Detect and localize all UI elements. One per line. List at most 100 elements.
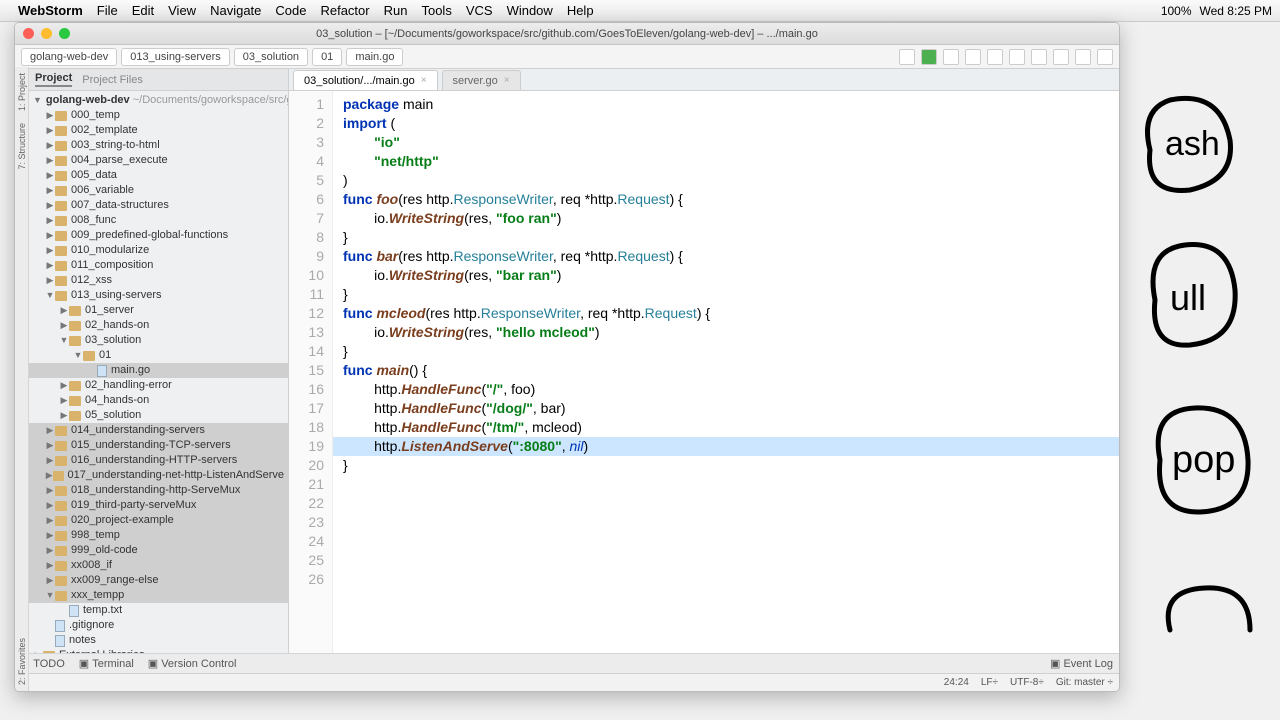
menu-window[interactable]: Window (507, 3, 553, 18)
tree-node[interactable]: ▼013_using-servers (29, 288, 288, 303)
editor-area: 03_solution/.../main.go× server.go× 1234… (289, 69, 1119, 653)
tree-node[interactable]: ▶05_solution (29, 408, 288, 423)
tree-node[interactable]: ▶003_string-to-html (29, 138, 288, 153)
menu-tools[interactable]: Tools (421, 3, 451, 18)
tree-node[interactable]: ▶04_hands-on (29, 393, 288, 408)
stop-icon[interactable] (987, 49, 1003, 65)
update-icon[interactable] (1009, 49, 1025, 65)
titlebar: 03_solution – [~/Documents/goworkspace/s… (15, 23, 1119, 45)
tree-node[interactable]: ▶015_understanding-TCP-servers (29, 438, 288, 453)
tree-node[interactable]: ▶02_handling-error (29, 378, 288, 393)
project-root[interactable]: golang-web-dev (46, 94, 130, 107)
tree-node[interactable]: notes (29, 633, 288, 648)
menu-edit[interactable]: Edit (132, 3, 154, 18)
battery-indicator[interactable]: 100% (1161, 4, 1192, 18)
tree-node[interactable]: main.go (29, 363, 288, 378)
breadcrumb[interactable]: golang-web-dev (21, 48, 117, 66)
build-icon[interactable] (899, 49, 915, 65)
tree-node[interactable]: ▶019_third-party-serveMux (29, 498, 288, 513)
tree-node[interactable]: ▶014_understanding-servers (29, 423, 288, 438)
tree-node[interactable]: ▶020_project-example (29, 513, 288, 528)
tree-node[interactable]: ▶002_template (29, 123, 288, 138)
tree-node[interactable]: ▶006_variable (29, 183, 288, 198)
tree-node[interactable]: ▶005_data (29, 168, 288, 183)
status-bar: 24:24 LF÷ UTF-8÷ Git: master ÷ (15, 673, 1119, 691)
bottom-tool-strip: ✓ TODO ▣ Terminal ▣ Version Control ▣ Ev… (15, 653, 1119, 673)
macos-menubar: WebStorm File Edit View Navigate Code Re… (0, 0, 1280, 22)
coverage-icon[interactable] (965, 49, 981, 65)
tree-node[interactable]: ▶02_hands-on (29, 318, 288, 333)
project-tab[interactable]: Project (35, 72, 72, 87)
code-content[interactable]: package mainimport ( "io" "net/http")fun… (333, 91, 1119, 653)
tree-node[interactable]: temp.txt (29, 603, 288, 618)
project-tree[interactable]: ▼golang-web-dev ~/Documents/goworkspace/… (29, 91, 288, 653)
tree-node[interactable]: ▼xxx_tempp (29, 588, 288, 603)
commit-icon[interactable] (1031, 49, 1047, 65)
svg-text:ull: ull (1170, 277, 1206, 318)
project-files-tab[interactable]: Project Files (82, 74, 143, 86)
clock[interactable]: Wed 8:25 PM (1200, 4, 1272, 18)
code-editor[interactable]: 1234567891011121314151617181920212223242… (289, 91, 1119, 653)
tree-node[interactable]: ▶008_func (29, 213, 288, 228)
breadcrumb-bar: golang-web-dev 013_using-servers 03_solu… (15, 45, 1119, 69)
tree-node[interactable]: .gitignore (29, 618, 288, 633)
tree-node[interactable]: ▶018_understanding-http-ServeMux (29, 483, 288, 498)
ide-window: 03_solution – [~/Documents/goworkspace/s… (14, 22, 1120, 692)
menu-vcs[interactable]: VCS (466, 3, 493, 18)
breadcrumb[interactable]: 03_solution (234, 48, 308, 66)
menu-file[interactable]: File (97, 3, 118, 18)
tree-node[interactable]: ▶000_temp (29, 108, 288, 123)
tree-node[interactable]: ▶017_understanding-net-http-ListenAndSer… (29, 468, 288, 483)
tree-node[interactable]: ▶998_temp (29, 528, 288, 543)
tree-node[interactable]: ▼01 (29, 348, 288, 363)
menu-refactor[interactable]: Refactor (320, 3, 369, 18)
encoding[interactable]: UTF-8÷ (1010, 677, 1044, 688)
editor-tabs: 03_solution/.../main.go× server.go× (289, 69, 1119, 91)
close-tab-icon[interactable]: × (504, 75, 510, 86)
menu-run[interactable]: Run (384, 3, 408, 18)
line-gutter: 1234567891011121314151617181920212223242… (289, 91, 333, 653)
left-tool-strip: 1: Project 7: Structure 2: Favorites (15, 67, 29, 691)
close-tab-icon[interactable]: × (421, 75, 427, 86)
tree-node[interactable]: ▶004_parse_execute (29, 153, 288, 168)
svg-text:ash: ash (1165, 125, 1220, 163)
search-icon[interactable] (1097, 49, 1113, 65)
terminal-tool[interactable]: ▣ Terminal (79, 657, 134, 670)
app-name[interactable]: WebStorm (18, 3, 83, 18)
breadcrumb[interactable]: main.go (346, 48, 403, 66)
breadcrumb[interactable]: 013_using-servers (121, 48, 230, 66)
menu-navigate[interactable]: Navigate (210, 3, 261, 18)
tab-main-go[interactable]: 03_solution/.../main.go× (293, 70, 438, 90)
menu-help[interactable]: Help (567, 3, 594, 18)
version-control-tool[interactable]: ▣ Version Control (148, 657, 237, 670)
tree-node[interactable]: ▶016_understanding-HTTP-servers (29, 453, 288, 468)
project-sidebar: Project Project Files ▼golang-web-dev ~/… (29, 69, 289, 653)
tree-node[interactable]: ▶009_predefined-global-functions (29, 228, 288, 243)
favorites-tool-tab[interactable]: 2: Favorites (17, 638, 27, 685)
window-title: 03_solution – [~/Documents/goworkspace/s… (15, 28, 1119, 40)
tree-node[interactable]: ▶007_data-structures (29, 198, 288, 213)
revert-icon[interactable] (1075, 49, 1091, 65)
caret-position: 24:24 (944, 677, 969, 688)
tree-node[interactable]: ▶01_server (29, 303, 288, 318)
line-ending[interactable]: LF÷ (981, 677, 998, 688)
tree-node[interactable]: ▶012_xss (29, 273, 288, 288)
debug-icon[interactable] (943, 49, 959, 65)
menu-view[interactable]: View (168, 3, 196, 18)
tree-node[interactable]: ▶999_old-code (29, 543, 288, 558)
tree-node[interactable]: ▶011_composition (29, 258, 288, 273)
breadcrumb[interactable]: 01 (312, 48, 342, 66)
tree-node[interactable]: ▼03_solution (29, 333, 288, 348)
structure-tool-tab[interactable]: 7: Structure (17, 123, 27, 170)
history-icon[interactable] (1053, 49, 1069, 65)
tree-node[interactable]: ▶010_modularize (29, 243, 288, 258)
menu-code[interactable]: Code (275, 3, 306, 18)
event-log-tool[interactable]: ▣ Event Log (1050, 657, 1113, 670)
tree-node[interactable]: ▶xx009_range-else (29, 573, 288, 588)
run-icon[interactable] (921, 49, 937, 65)
svg-text:pop: pop (1172, 439, 1235, 481)
tree-node[interactable]: ▶xx008_if (29, 558, 288, 573)
git-branch[interactable]: Git: master ÷ (1056, 677, 1113, 688)
project-tool-tab[interactable]: 1: Project (17, 73, 27, 111)
tab-server-go[interactable]: server.go× (442, 70, 521, 90)
